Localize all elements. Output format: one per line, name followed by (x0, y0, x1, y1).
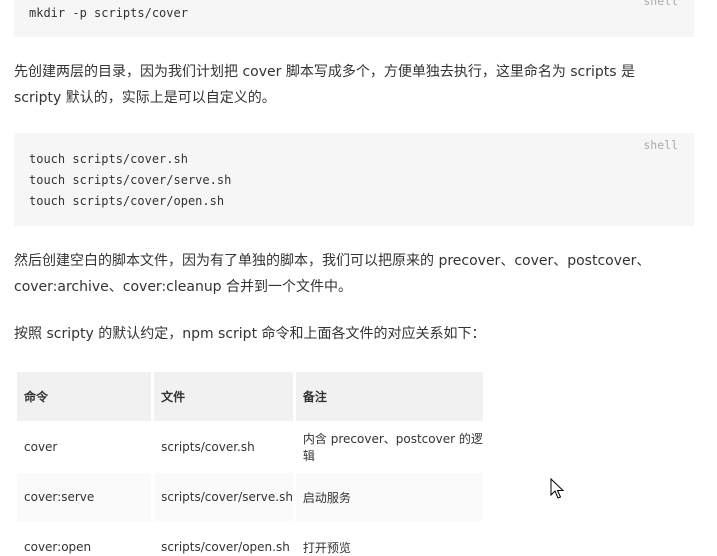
code-line: touch scripts/cover.sh (29, 152, 188, 166)
code-lines: mkdir -p scripts/cover (29, 3, 188, 24)
table-cell-note: 启动服务 (295, 473, 483, 521)
code-line: touch scripts/cover/open.sh (29, 194, 225, 208)
table-cell-note: 打开预览 (295, 523, 483, 556)
paragraph-mapping-intro: 按照 scripty 的默认约定，npm script 命令和上面各文件的对应关… (14, 326, 486, 342)
table-header-file: 文件 (154, 372, 293, 421)
code-block-mkdir: shell mkdir -p scripts/cover (14, 0, 694, 37)
code-line: touch scripts/cover/serve.sh (29, 173, 232, 187)
table-row: cover:open scripts/cover/open.sh 打开预览 (17, 523, 483, 556)
code-lines: touch scripts/cover.sh touch scripts/cov… (29, 149, 231, 212)
table-cell-command: cover (17, 423, 152, 471)
code-lang-label: shell (643, 138, 678, 152)
table-header-note: 备注 (295, 372, 483, 421)
table-row: cover:serve scripts/cover/serve.sh 启动服务 (17, 473, 483, 521)
table-cell-command: cover:open (17, 523, 152, 556)
article-page: shell mkdir -p scripts/cover 先创建两层的目录，因为… (0, 0, 717, 556)
mapping-table-container: 命令 文件 备注 cover scripts/cover.sh 内含 preco… (14, 370, 486, 556)
paragraph-script-files: 然后创建空白的脚本文件，因为有了单独的脚本，我们可以把原来的 precover、… (14, 253, 651, 295)
table-cell-command: cover:serve (17, 473, 152, 521)
paragraph-directory-explanation: 先创建两层的目录，因为我们计划把 cover 脚本写成多个，方便单独去执行，这里… (14, 64, 636, 106)
table-cell-file: scripts/cover/serve.sh (154, 473, 293, 521)
table-row: cover scripts/cover.sh 内含 precover、postc… (17, 423, 483, 471)
code-block-touch: shell touch scripts/cover.sh touch scrip… (14, 133, 694, 226)
code-lang-label: shell (643, 0, 678, 8)
table-header-row: 命令 文件 备注 (17, 372, 483, 421)
table-cell-file: scripts/cover/open.sh (154, 523, 293, 556)
code-line: mkdir -p scripts/cover (29, 6, 188, 20)
mapping-table: 命令 文件 备注 cover scripts/cover.sh 内含 preco… (14, 370, 486, 556)
mouse-pointer-icon (550, 478, 564, 499)
table-cell-note: 内含 precover、postcover 的逻辑 (295, 423, 483, 471)
table-cell-file: scripts/cover.sh (154, 423, 293, 471)
table-header-command: 命令 (17, 372, 152, 421)
